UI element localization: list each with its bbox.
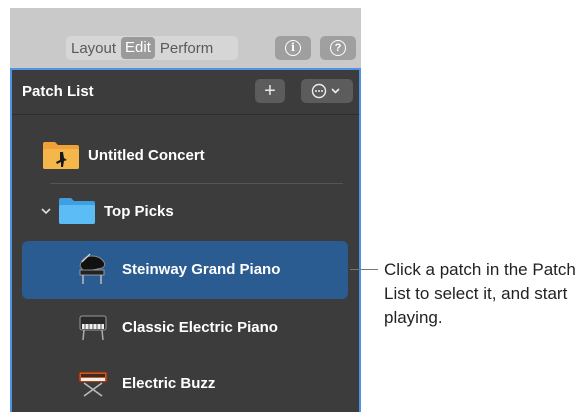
list-item-label: Top Picks [104,202,174,220]
list-item-label: Classic Electric Piano [122,318,278,336]
patch-list-panel: Patch List + Untitled Concert Top Picks [10,68,361,412]
ellipsis-circle-icon [311,83,340,99]
callout-text: Click a patch in the Patch List to selec… [384,260,576,327]
callout-leader-line [350,269,378,270]
plus-icon: + [264,79,276,102]
folder-icon [59,198,95,224]
add-patch-button[interactable]: + [255,79,285,103]
help-button[interactable]: ? [320,36,356,60]
info-button[interactable]: i [275,36,311,60]
electric-piano-icon [79,315,107,341]
chevron-down-icon[interactable] [40,205,52,217]
list-item-label: Untitled Concert [88,146,205,164]
list-item-label: Steinway Grand Piano [122,260,281,278]
row-divider [50,183,343,184]
list-item-classic-electric-piano[interactable]: Classic Electric Piano [76,312,278,342]
synth-icon [78,371,108,397]
help-icon: ? [330,40,346,56]
list-item-top-picks[interactable]: Top Picks [40,197,174,225]
patch-list-title: Patch List [22,83,94,100]
list-item-label: Electric Buzz [122,374,216,392]
info-icon: i [285,40,301,56]
concert-folder-icon [43,142,79,169]
more-options-button[interactable] [301,79,353,103]
mode-edit[interactable]: Edit [121,37,155,59]
mode-perform[interactable]: Perform [155,40,218,57]
mode-segmented-control: Layout Edit Perform [66,36,238,60]
list-item-steinway-grand-piano[interactable]: Steinway Grand Piano [76,252,280,286]
header-divider [12,114,359,115]
mode-layout[interactable]: Layout [66,40,121,57]
toolbar: Layout Edit Perform i ? [10,8,361,68]
list-item-untitled-concert[interactable]: Untitled Concert [42,140,205,170]
grand-piano-icon [79,253,106,284]
list-item-electric-buzz[interactable]: Electric Buzz [76,368,215,398]
